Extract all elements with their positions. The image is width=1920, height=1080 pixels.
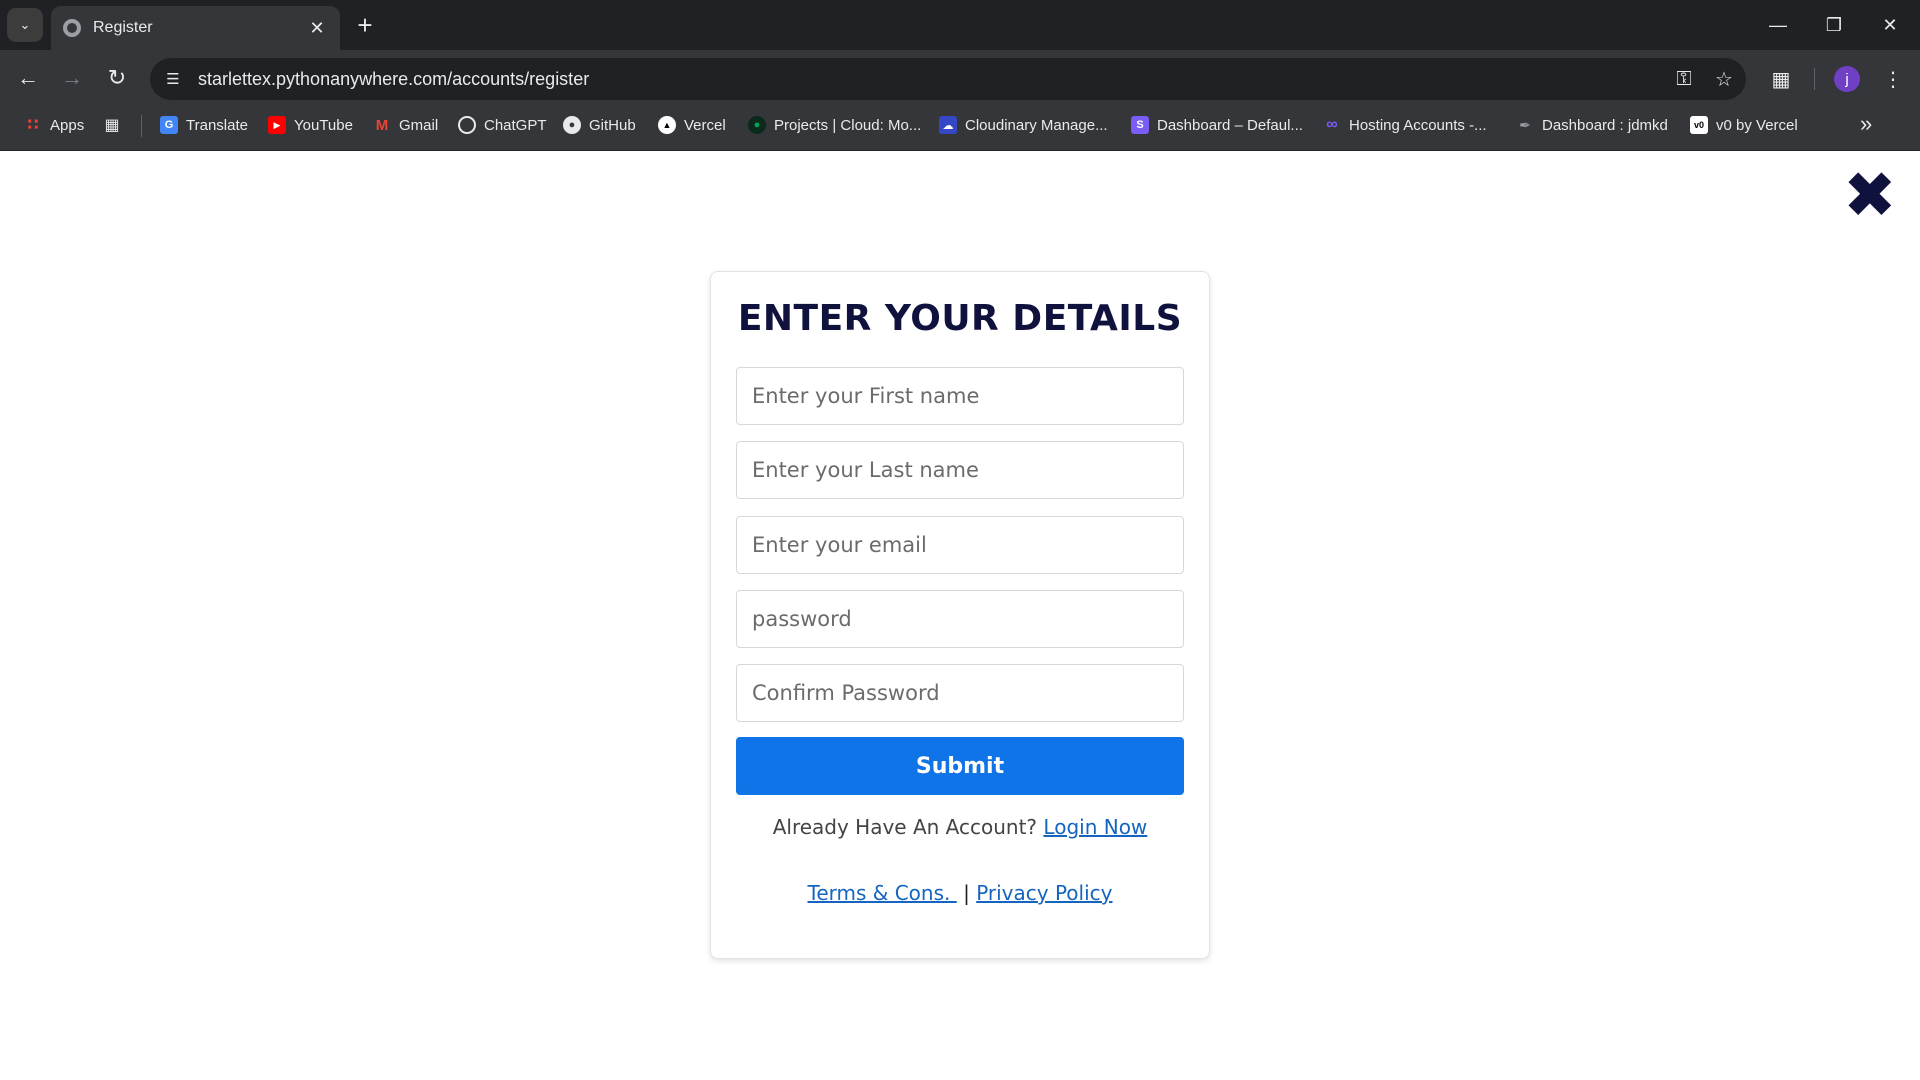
youtube-icon: ▶ xyxy=(268,116,286,134)
bookmark-dashboard-jdmkd[interactable]: ✒ Dashboard : jdmkd xyxy=(1516,107,1668,143)
minimize-icon[interactable]: — xyxy=(1755,8,1801,42)
bookmark-label: GitHub xyxy=(589,116,636,134)
v0-icon: v0 xyxy=(1690,116,1708,134)
browser-toolbar: ← → ↻ ☰ starlettex.pythonanywhere.com/ac… xyxy=(0,50,1920,107)
site-settings-icon[interactable]: ☰ xyxy=(156,62,190,96)
mongodb-leaf-icon: ● xyxy=(748,116,766,134)
terms-link[interactable]: Terms & Cons. xyxy=(808,881,957,905)
password-field[interactable] xyxy=(736,590,1184,648)
links-separator: | xyxy=(963,881,970,905)
extensions-puzzle-icon[interactable]: ▦ xyxy=(1764,62,1798,96)
bookmark-gmail[interactable]: M Gmail xyxy=(373,107,438,143)
bookmark-label: Cloudinary Manage... xyxy=(965,116,1108,134)
bookmark-vercel[interactable]: ▲ Vercel xyxy=(658,107,726,143)
privacy-policy-link[interactable]: Privacy Policy xyxy=(976,881,1112,905)
bookmark-label: Vercel xyxy=(684,116,726,134)
bookmark-star-icon[interactable]: ☆ xyxy=(1706,61,1742,97)
bookmark-label: Dashboard : jdmkd xyxy=(1542,116,1668,134)
tab-strip: ⌄ Register ✕ + — ❐ ✕ xyxy=(0,0,1920,50)
form-title: ENTER YOUR DETAILS xyxy=(737,298,1183,339)
bookmark-mongodb-projects[interactable]: ● Projects | Cloud: Mo... xyxy=(748,107,921,143)
password-key-icon[interactable]: ⚿ xyxy=(1666,61,1702,97)
close-icon[interactable]: ✖ xyxy=(1843,164,1897,228)
tab-search-chevron-icon[interactable]: ⌄ xyxy=(7,8,43,42)
tab-title: Register xyxy=(93,19,153,36)
window-close-icon[interactable]: ✕ xyxy=(1867,8,1913,42)
restore-icon[interactable]: ❐ xyxy=(1811,8,1857,42)
bookmark-dashboard-default[interactable]: S Dashboard – Defaul... xyxy=(1131,107,1303,143)
vercel-icon: ▲ xyxy=(658,116,676,134)
tab-groups-icon: ▦ xyxy=(104,117,120,134)
address-bar[interactable]: ☰ starlettex.pythonanywhere.com/accounts… xyxy=(150,58,1746,100)
legal-links: Terms & Cons. | Privacy Policy xyxy=(711,881,1209,905)
email-field[interactable] xyxy=(736,516,1184,574)
bookmark-label: Gmail xyxy=(399,116,439,134)
apps-grid-icon: ∷ xyxy=(27,117,39,134)
bookmark-label: Apps xyxy=(50,116,85,134)
url-text[interactable]: starlettex.pythonanywhere.com/accounts/r… xyxy=(198,69,1666,90)
stripe-s-icon: S xyxy=(1131,116,1149,134)
reload-icon[interactable]: ↻ xyxy=(101,62,133,94)
chatgpt-icon xyxy=(458,116,476,134)
globe-icon xyxy=(63,19,81,37)
bookmark-cloudinary[interactable]: ☁ Cloudinary Manage... xyxy=(939,107,1108,143)
bookmark-translate[interactable]: G Translate xyxy=(160,107,248,143)
bookmark-label: Projects | Cloud: Mo... xyxy=(774,116,922,134)
infinity-icon: ∞ xyxy=(1326,116,1338,133)
bookmark-hosting-accounts[interactable]: ∞ Hosting Accounts -... xyxy=(1323,107,1487,143)
bookmarks-divider xyxy=(141,115,142,137)
bookmark-v0[interactable]: v0 v0 by Vercel xyxy=(1690,107,1798,143)
back-arrow-icon[interactable]: ← xyxy=(12,62,44,94)
bookmark-label: Translate xyxy=(186,116,248,134)
login-now-link[interactable]: Login Now xyxy=(1043,815,1147,839)
toolbar-divider xyxy=(1814,68,1815,90)
bookmark-label: YouTube xyxy=(294,116,353,134)
github-icon: ● xyxy=(563,116,581,134)
confirm-password-field[interactable] xyxy=(736,664,1184,722)
bookmark-label: v0 by Vercel xyxy=(1716,116,1798,134)
forward-arrow-icon[interactable]: → xyxy=(56,62,88,94)
cloudinary-icon: ☁ xyxy=(939,116,957,134)
bookmark-label: Dashboard – Defaul... xyxy=(1157,116,1303,134)
last-name-field[interactable] xyxy=(736,441,1184,499)
profile-avatar[interactable]: j xyxy=(1834,66,1860,92)
more-menu-icon[interactable]: ⋮ xyxy=(1876,62,1910,96)
new-tab-plus-icon[interactable]: + xyxy=(351,10,379,40)
bookmark-github[interactable]: ● GitHub xyxy=(563,107,636,143)
register-form-card: ENTER YOUR DETAILS Submit Already Have A… xyxy=(710,271,1210,959)
submit-button[interactable]: Submit xyxy=(736,737,1184,795)
bookmark-tab-groups[interactable]: ▦ xyxy=(103,107,129,143)
account-prompt-text: Already Have An Account? xyxy=(772,815,1038,839)
bookmark-youtube[interactable]: ▶ YouTube xyxy=(268,107,353,143)
pen-nib-icon: ✒ xyxy=(1519,116,1531,133)
more-bookmarks-chevron-icon[interactable]: » xyxy=(1860,111,1872,137)
bookmark-apps[interactable]: ∷ Apps xyxy=(24,107,84,143)
login-prompt: Already Have An Account? Login Now xyxy=(711,815,1209,839)
first-name-field[interactable] xyxy=(736,367,1184,425)
bookmarks-bar: ∷ Apps ▦ G Translate ▶ YouTube M Gmail C… xyxy=(0,107,1920,151)
google-translate-icon: G xyxy=(160,116,178,134)
gmail-icon: M xyxy=(375,116,389,134)
tab-register[interactable]: Register ✕ xyxy=(51,6,340,50)
bookmark-label: Hosting Accounts -... xyxy=(1349,116,1487,134)
tab-close-icon[interactable]: ✕ xyxy=(306,18,328,39)
bookmark-chatgpt[interactable]: ChatGPT xyxy=(458,107,547,143)
bookmark-label: ChatGPT xyxy=(484,116,547,134)
